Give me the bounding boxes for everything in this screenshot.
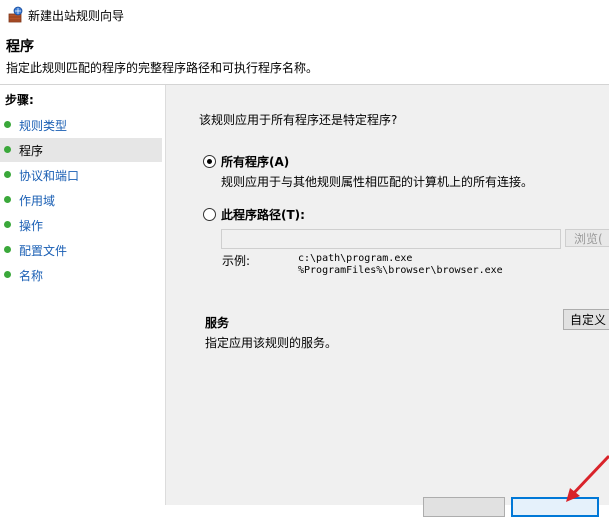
customize-button[interactable]: 自定义 [563, 309, 609, 330]
main-panel: 该规则应用于所有程序还是特定程序? 所有程序(A) 规则应用于与其他规则属性相匹… [166, 85, 609, 517]
step-profile[interactable]: 配置文件 [0, 238, 162, 262]
steps-heading: 步骤: [5, 93, 34, 107]
step-dot-icon [4, 271, 11, 278]
radio-selected-dot [207, 159, 212, 164]
firewall-icon [7, 6, 25, 24]
all-programs-description: 规则应用于与其他规则属性相匹配的计算机上的所有连接。 [221, 175, 534, 189]
step-name[interactable]: 名称 [0, 263, 162, 287]
example-path-1: c:\path\program.exe [298, 253, 413, 264]
title-bar: 新建出站规则向导 [0, 0, 609, 30]
step-label: 操作 [19, 219, 44, 233]
step-dot-icon [4, 171, 11, 178]
step-label: 配置文件 [19, 244, 68, 258]
step-scope[interactable]: 作用域 [0, 188, 162, 212]
step-action[interactable]: 操作 [0, 213, 162, 237]
browse-button[interactable]: 浏览( [565, 229, 609, 247]
step-label: 作用域 [19, 194, 56, 208]
step-dot-icon [4, 221, 11, 228]
all-programs-radio[interactable] [203, 155, 216, 168]
steps-sidebar: 步骤: 规则类型 程序 协议和端口 作用域 操作 配置文件 名称 [0, 85, 166, 505]
example-path-2: %ProgramFiles%\browser\browser.exe [298, 265, 503, 276]
services-description: 指定应用该规则的服务。 [205, 336, 338, 350]
step-dot-icon [4, 121, 11, 128]
question-text: 该规则应用于所有程序还是特定程序? [199, 113, 398, 127]
page-title: 程序 [6, 39, 34, 55]
program-path-input[interactable] [221, 229, 561, 249]
step-label: 协议和端口 [19, 169, 80, 183]
page-description: 指定此规则匹配的程序的完整程序路径和可执行程序名称。 [6, 61, 319, 75]
step-program[interactable]: 程序 [0, 138, 162, 162]
page-header: 程序 指定此规则匹配的程序的完整程序路径和可执行程序名称。 [0, 30, 609, 84]
services-title: 服务 [205, 316, 230, 330]
annotation-arrow-icon [566, 455, 609, 502]
step-protocol-ports[interactable]: 协议和端口 [0, 163, 162, 187]
step-dot-icon [4, 196, 11, 203]
back-button[interactable] [423, 497, 505, 517]
example-label: 示例: [222, 254, 251, 268]
program-path-label[interactable]: 此程序路径(T): [221, 206, 305, 223]
step-label: 名称 [19, 269, 44, 283]
step-dot-icon [4, 146, 11, 153]
step-label: 规则类型 [19, 119, 68, 133]
all-programs-label[interactable]: 所有程序(A) [221, 153, 289, 170]
program-path-radio[interactable] [203, 208, 216, 221]
step-rule-type[interactable]: 规则类型 [0, 113, 162, 137]
step-label: 程序 [19, 144, 44, 158]
window-title: 新建出站规则向导 [28, 9, 125, 23]
step-dot-icon [4, 246, 11, 253]
